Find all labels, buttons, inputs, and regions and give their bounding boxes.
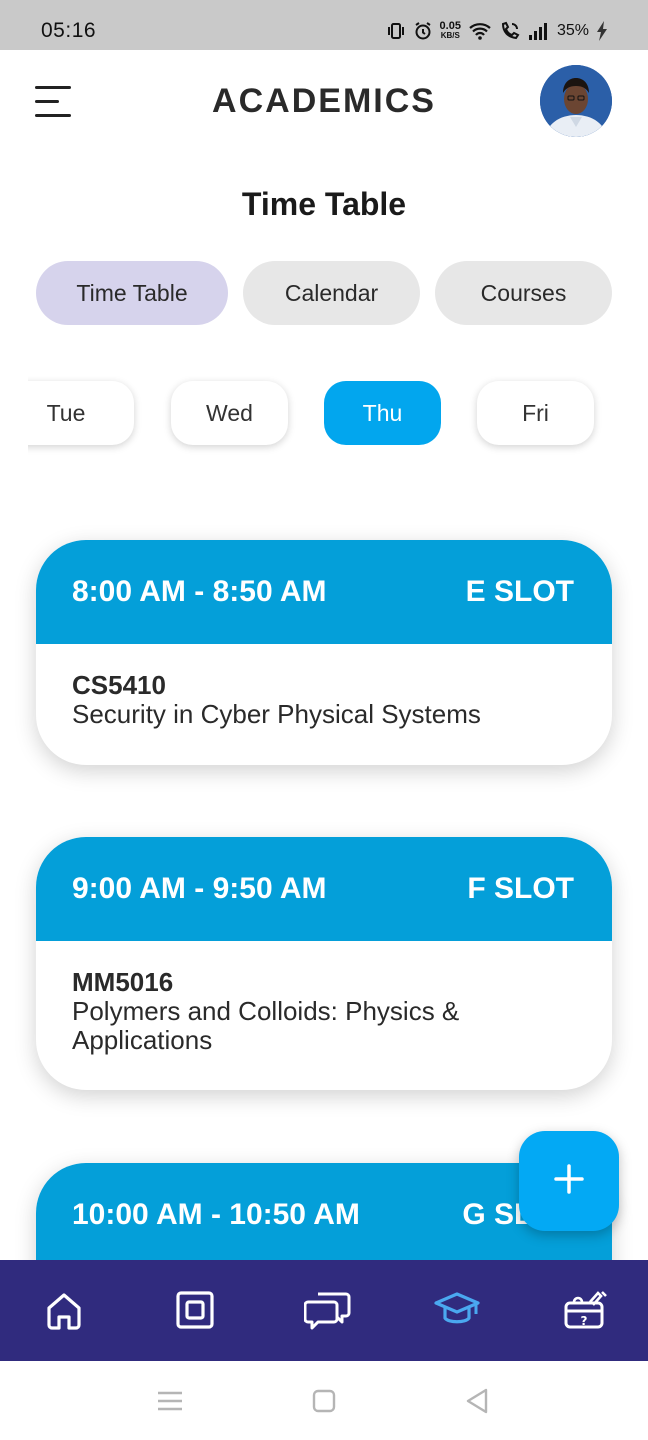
tab-time-table[interactable]: Time Table	[36, 261, 228, 325]
bottom-nav: ?	[0, 1260, 648, 1361]
system-nav-bar	[0, 1361, 648, 1440]
day-selector[interactable]: Tue Wed Thu Fri	[28, 376, 648, 456]
day-chip-fri[interactable]: Fri	[477, 381, 594, 445]
course-code: CS5410	[72, 670, 166, 700]
add-button[interactable]	[519, 1131, 619, 1231]
slot-time: 8:00 AM - 8:50 AM	[72, 575, 327, 608]
wifi-call-icon	[499, 21, 521, 41]
profile-avatar[interactable]	[540, 65, 612, 137]
square-icon[interactable]	[173, 1288, 217, 1332]
day-chip-thu[interactable]: Thu	[324, 381, 441, 445]
slot-body: CS5410 Security in Cyber Physical System…	[36, 644, 612, 729]
course-code: MM5016	[72, 967, 174, 997]
plus-icon	[554, 1163, 584, 1199]
course-name: Security in Cyber Physical Systems	[72, 699, 481, 729]
tab-courses[interactable]: Courses	[435, 261, 612, 325]
slot-card[interactable]: 8:00 AM - 8:50 AM E SLOT CS5410 Security…	[36, 540, 612, 765]
slot-time: 10:00 AM - 10:50 AM	[72, 1198, 360, 1231]
slot-time: 9:00 AM - 9:50 AM	[72, 872, 327, 905]
status-icons: 0.05 KB/S 35%	[386, 17, 608, 45]
alarm-icon	[413, 21, 433, 41]
slot-header: 9:00 AM - 9:50 AM F SLOT	[36, 837, 612, 941]
charging-icon	[596, 21, 608, 41]
day-chip-wed[interactable]: Wed	[171, 381, 288, 445]
slot-label: E SLOT	[465, 575, 574, 608]
slot-header: 8:00 AM - 8:50 AM E SLOT	[36, 540, 612, 644]
status-bar: 05:16 0.05 KB/S 35%	[0, 0, 648, 50]
status-time: 05:16	[41, 19, 97, 42]
net-speed-unit: KB/S	[440, 31, 460, 40]
page-title: Time Table	[241, 186, 407, 222]
slot-card[interactable]: 9:00 AM - 9:50 AM F SLOT MM5016 Polymers…	[36, 837, 612, 1090]
graduation-cap-icon[interactable]	[433, 1288, 481, 1332]
slot-label: F SLOT	[467, 872, 574, 905]
net-speed: 0.05 KB/S	[440, 21, 461, 41]
wifi-icon	[468, 21, 492, 41]
day-chip-tue[interactable]: Tue	[28, 381, 134, 445]
back-icon[interactable]	[458, 1385, 498, 1417]
chat-icon[interactable]	[303, 1288, 352, 1332]
slot-body: MM5016 Polymers and Colloids: Physics & …	[36, 941, 612, 1055]
signal-icon	[528, 21, 550, 41]
course-name: Polymers and Colloids: Physics & Applica…	[72, 996, 460, 1055]
home-icon[interactable]	[42, 1288, 86, 1332]
tab-calendar[interactable]: Calendar	[243, 261, 420, 325]
battery-percent: 35%	[556, 22, 589, 39]
svg-text:?: ?	[581, 1314, 588, 1328]
help-box-icon[interactable]: ?	[562, 1288, 610, 1332]
home-system-icon[interactable]	[304, 1385, 344, 1417]
vibrate-icon	[386, 21, 406, 41]
recent-apps-icon[interactable]	[150, 1385, 190, 1417]
